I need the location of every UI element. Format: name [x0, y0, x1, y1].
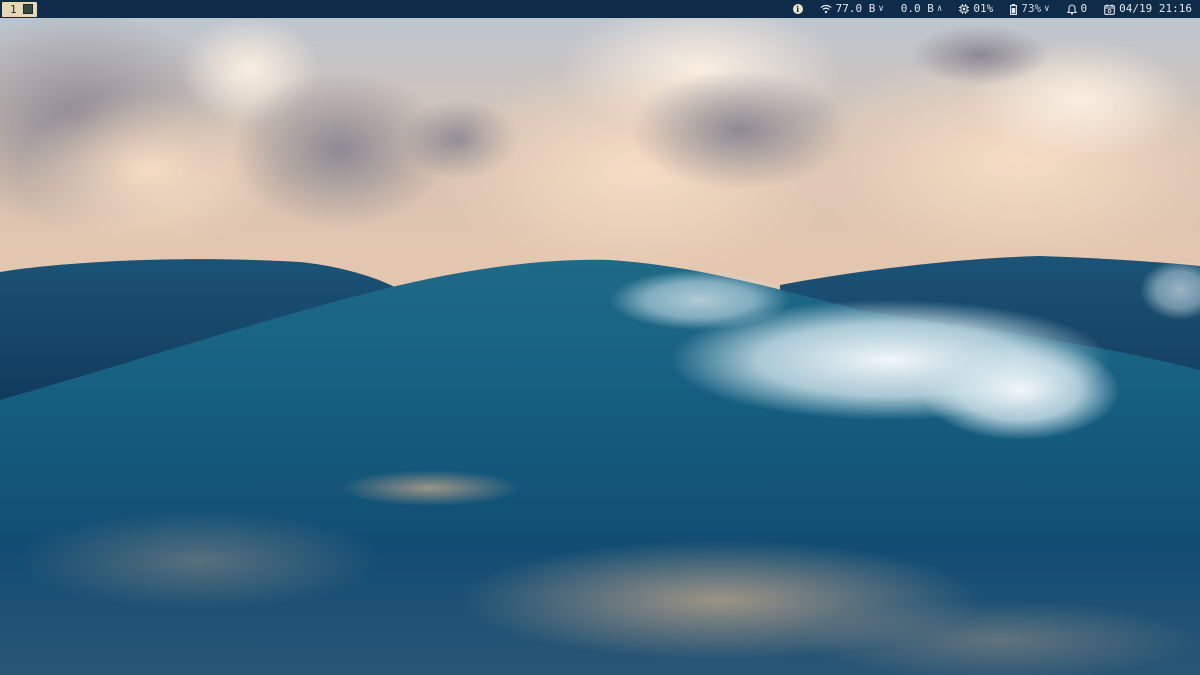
network-up-module[interactable]: 0.0 B ∧ — [901, 0, 943, 18]
date-time: 04/19 21:16 — [1119, 2, 1192, 15]
clock-module[interactable]: 04/19 21:16 — [1104, 0, 1192, 18]
info-module[interactable]: i — [792, 4, 803, 14]
bell-icon — [1066, 3, 1077, 15]
wallpaper-ocean-wave — [0, 0, 1200, 675]
battery-icon — [1010, 3, 1018, 15]
window-indicator-icon — [22, 4, 33, 14]
wifi-icon — [820, 4, 832, 14]
workspace-button[interactable]: 1 — [2, 1, 37, 17]
network-module[interactable]: 77.0 B ∨ — [820, 0, 884, 18]
chevron-down-icon: ∨ — [1044, 4, 1050, 14]
calendar-icon — [1104, 4, 1115, 15]
cpu-icon — [959, 4, 970, 14]
chevron-down-icon: ∨ — [878, 4, 884, 14]
battery-level: 73% — [1021, 2, 1042, 15]
info-icon: i — [792, 4, 803, 14]
cpu-module[interactable]: 01% — [959, 0, 993, 18]
desktop: 1 i 77.0 B ∨ 0.0 B ∧ 01% 73% ∨ 0 04/19 2… — [0, 0, 1200, 675]
cpu-usage: 01% — [973, 2, 994, 15]
network-up-speed: 0.0 B — [900, 2, 934, 15]
notification-count: 0 — [1080, 2, 1088, 15]
status-bar: 1 i 77.0 B ∨ 0.0 B ∧ 01% 73% ∨ 0 04/19 2… — [0, 0, 1200, 18]
workspace-number: 1 — [10, 2, 17, 16]
battery-module[interactable]: 73% ∨ — [1010, 0, 1050, 18]
network-down-speed: 77.0 B — [835, 2, 876, 15]
notification-module[interactable]: 0 — [1066, 0, 1088, 18]
chevron-up-icon: ∧ — [936, 4, 943, 14]
